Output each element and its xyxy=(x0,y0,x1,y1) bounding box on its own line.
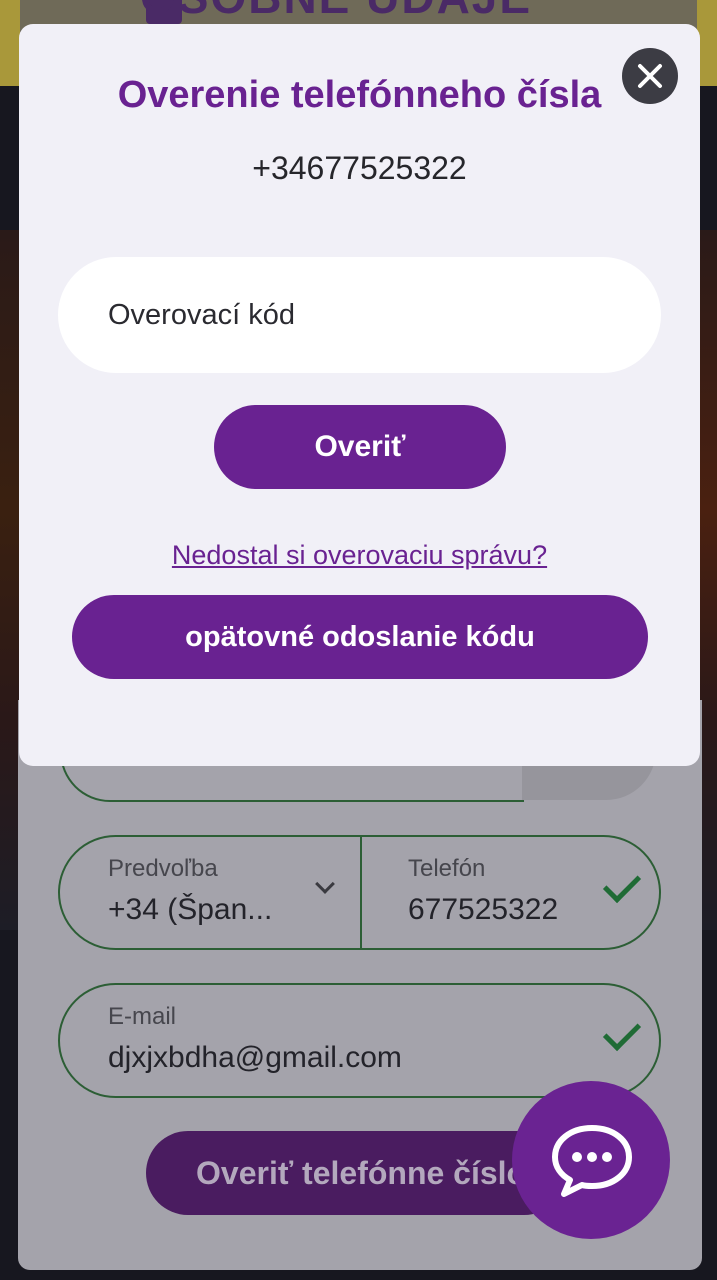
phone-field-group: Predvoľba +34 (Špan... Telefón 677525322 xyxy=(58,835,661,950)
phone-label: Telefón xyxy=(408,855,486,882)
verify-phone-button[interactable]: Overiť telefónne číslo xyxy=(146,1131,566,1215)
check-icon xyxy=(602,864,642,904)
phone-input[interactable]: 677525322 xyxy=(408,893,582,927)
resend-code-button[interactable]: opätovné odoslanie kódu xyxy=(72,595,648,679)
email-input[interactable]: djxjxbdha@gmail.com xyxy=(108,1041,568,1075)
prefix-select[interactable]: +34 (Špan... xyxy=(108,893,308,927)
banner-accent-left xyxy=(0,0,20,86)
no-message-link[interactable]: Nedostal si overovaciu správu? xyxy=(19,540,700,571)
verify-button[interactable]: Overiť xyxy=(214,405,506,489)
email-label: E-mail xyxy=(108,1003,177,1030)
chat-button[interactable] xyxy=(512,1081,670,1239)
field-divider xyxy=(360,837,362,950)
banner-accent-right xyxy=(697,0,717,86)
chat-bubble-icon xyxy=(552,1125,632,1197)
email-field[interactable]: E-mail djxjxbdha@gmail.com xyxy=(58,983,661,1098)
verification-code-input[interactable] xyxy=(58,257,661,373)
phone-number-display: +34677525322 xyxy=(252,150,467,186)
check-icon xyxy=(602,1012,642,1052)
chevron-down-icon[interactable] xyxy=(315,874,335,894)
phone-verification-modal: Overenie telefónneho čísla +34677525322 … xyxy=(19,24,700,766)
page-heading: OSOBNÉ ÚDAJE xyxy=(140,0,532,24)
modal-title: Overenie telefónneho čísla xyxy=(117,74,602,116)
prefix-label: Predvoľba xyxy=(108,855,218,882)
